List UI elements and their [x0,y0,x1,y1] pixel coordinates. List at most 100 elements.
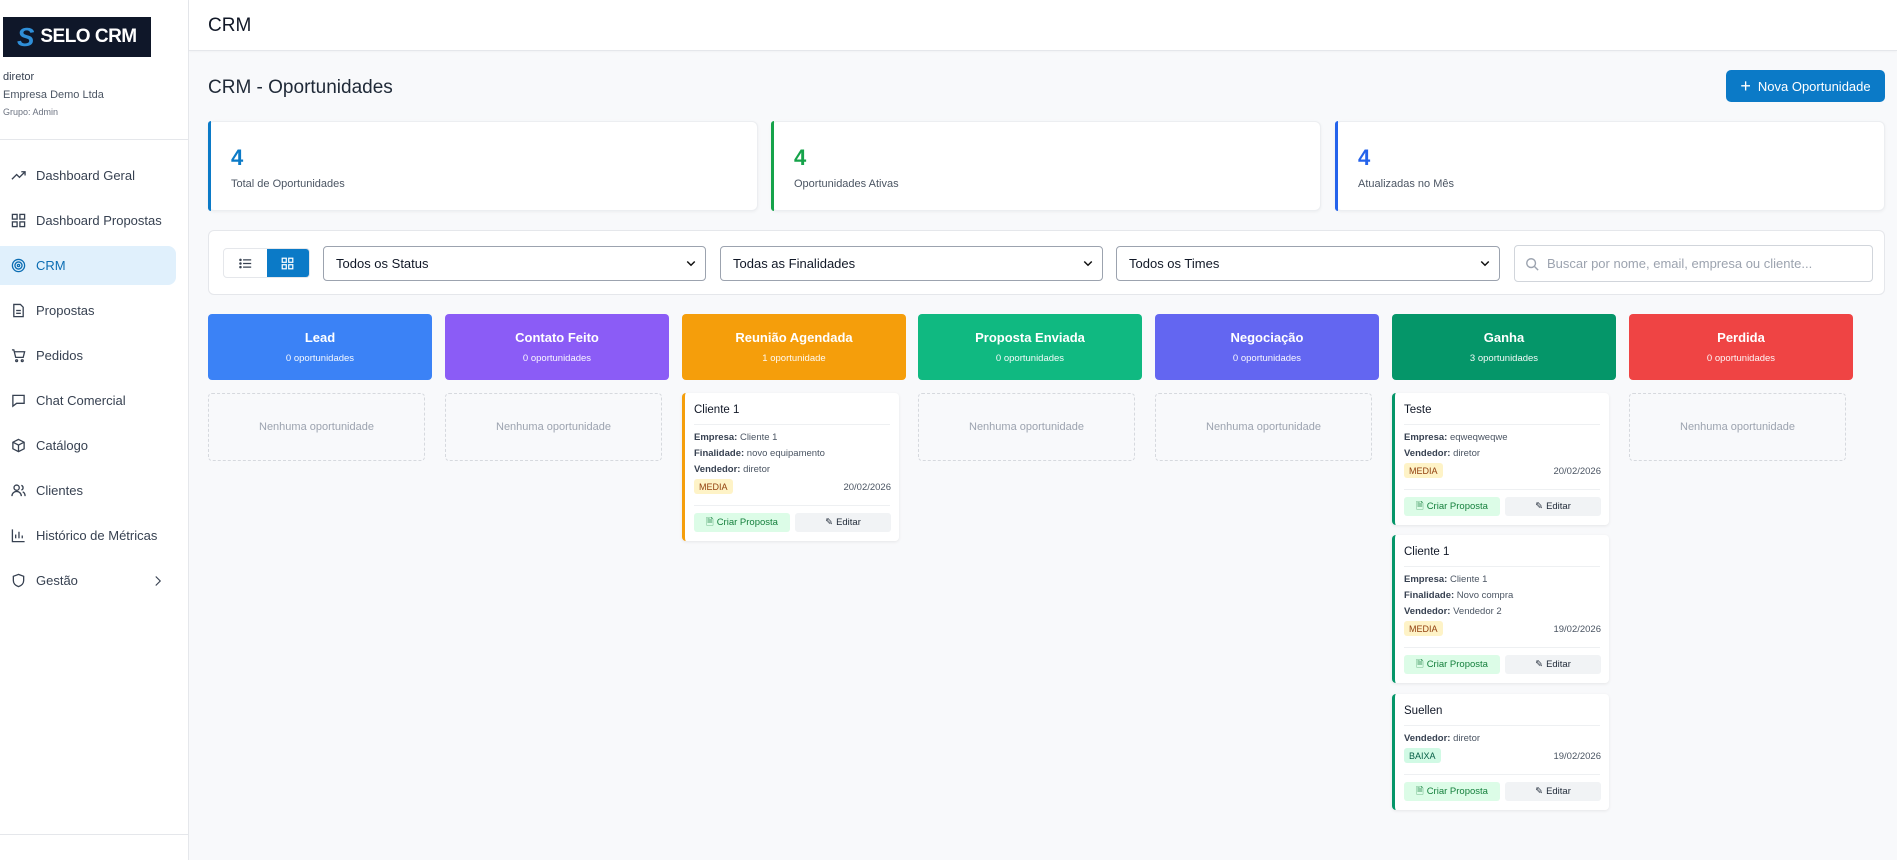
divider [1404,566,1600,567]
column-title: Reunião Agendada [735,330,853,345]
column-ganha-header: Ganha 3 oportunidades [1392,314,1616,380]
button-label: Editar [1546,786,1571,797]
divider [694,505,890,506]
brand-name: SELO CRM [40,26,137,47]
create-proposal-button[interactable]: 🗎 Criar Proposta [694,513,790,532]
card-date: 19/02/2026 [1553,751,1601,762]
stat-value: 4 [794,145,807,170]
edit-button[interactable]: ✎ Editar [795,513,891,532]
priority-badge: BAIXA [1404,748,1441,763]
field-value: diretor [1453,733,1481,744]
sidebar-item-label: Clientes [36,483,83,498]
page-title: CRM - Oportunidades [208,77,393,98]
times-select[interactable]: Todos os Times [1116,246,1500,281]
field-label: Finalidade: [1404,590,1455,601]
button-label: Criar Proposta [1426,659,1488,670]
edit-button[interactable]: ✎ Editar [1505,655,1601,674]
column-title: Lead [304,330,336,345]
sidebar-item-label: Dashboard Geral [36,168,135,183]
sidebar-item-chat-comercial[interactable]: Chat Comercial [0,381,176,420]
card-title: Suellen [1404,705,1443,717]
user-company: Empresa Demo Ltda [3,89,104,101]
stat-card-active: 4 Oportunidades Ativas [771,121,1321,211]
edit-button[interactable]: ✎ Editar [1505,497,1601,516]
sidebar-item-historico[interactable]: Histórico de Métricas [0,516,176,555]
document-icon: 🗎 [1416,500,1424,512]
search-placeholder: Buscar por nome, email, empresa ou clien… [1547,256,1813,271]
grid-icon [11,213,26,228]
status-select[interactable]: Todos os Status [323,246,706,281]
card-empresa: Empresa: eqweqweqwe [1404,432,1508,443]
column-count: 0 oportunidades [995,353,1065,364]
stat-label: Total de Oportunidades [231,178,345,190]
top-header: CRM [189,0,1897,51]
sidebar-item-dashboard-propostas[interactable]: Dashboard Propostas [0,201,176,240]
column-title: Perdida [1717,330,1765,345]
column-title: Ganha [1483,330,1525,345]
sidebar-item-catalogo[interactable]: Catálogo [0,426,176,465]
file-text-icon [13,303,24,318]
user-name: diretor [3,71,35,83]
field-value: diretor [1453,448,1481,459]
sidebar-item-dashboard-geral[interactable]: Dashboard Geral [0,156,176,195]
field-value: Cliente 1 [1449,574,1488,585]
create-proposal-button[interactable]: 🗎 Criar Proposta [1404,655,1500,674]
logo-mark-icon: S [17,22,35,52]
column-negociacao-header: Negociação 0 oportunidades [1155,314,1379,380]
stat-label: Oportunidades Ativas [794,178,899,190]
field-label: Empresa: [694,432,738,443]
sidebar-item-label: Propostas [36,303,95,318]
button-label: Criar Proposta [716,517,778,528]
search-input[interactable]: Buscar por nome, email, empresa ou clien… [1514,245,1873,282]
button-label: Criar Proposta [1426,786,1488,797]
opportunity-card[interactable]: Cliente 1 Empresa: Cliente 1 Finalidade:… [1392,535,1609,683]
edit-icon: ✎ [1535,659,1544,670]
sidebar-item-propostas[interactable]: Propostas [0,291,176,330]
field-label: Vendedor: [1404,448,1451,459]
opportunity-card[interactable]: Cliente 1 Empresa: Cliente 1 Finalidade:… [682,393,899,541]
new-opportunity-label: Nova Oportunidade [1757,78,1871,94]
user-info: diretor Empresa Demo Ltda Grupo: Admin [3,71,104,117]
opportunity-card[interactable]: Teste Empresa: eqweqweqwe Vendedor: dire… [1392,393,1609,525]
field-value: Novo compra [1456,590,1514,601]
field-value: eqweqweqwe [1449,432,1508,443]
header-title: CRM [208,15,252,36]
chat-icon [12,394,25,408]
box-icon [12,438,25,453]
field-value: diretor [743,464,771,475]
trending-up-icon [11,171,26,180]
grid-icon [281,257,294,269]
field-value: Cliente 1 [739,432,778,443]
empty-placeholder: Nenhuma oportunidade [1155,393,1372,461]
divider [1404,725,1600,726]
field-label: Vendedor: [694,464,741,475]
shield-icon [12,573,25,588]
edit-button[interactable]: ✎ Editar [1505,782,1601,801]
column-title: Proposta Enviada [975,330,1085,345]
column-count: 0 oportunidades [1706,353,1776,364]
new-opportunity-button[interactable]: + Nova Oportunidade [1726,70,1885,102]
sidebar-item-crm[interactable]: CRM [0,246,176,285]
stat-card-total: 4 Total de Oportunidades [208,121,758,211]
card-empresa: Empresa: Cliente 1 [1404,574,1487,585]
column-count: 0 oportunidades [1232,353,1302,364]
kanban-view-button[interactable] [266,249,309,277]
field-value: novo equipamento [746,448,825,459]
column-title: Negociação [1230,330,1304,345]
list-view-button[interactable] [224,249,267,277]
chevron-down-icon [686,260,696,267]
divider [0,139,189,140]
card-empresa: Empresa: Cliente 1 [694,432,777,443]
empty-placeholder: Nenhuma oportunidade [918,393,1135,461]
opportunity-card[interactable]: Suellen Vendedor: diretor BAIXA 19/02/20… [1392,694,1609,810]
sidebar-item-gestao[interactable]: Gestão [0,561,176,600]
plus-icon: + [1740,76,1751,96]
sidebar-item-pedidos[interactable]: Pedidos [0,336,176,375]
card-finalidade: Finalidade: Novo compra [1404,590,1513,601]
create-proposal-button[interactable]: 🗎 Criar Proposta [1404,782,1500,801]
sidebar-item-clientes[interactable]: Clientes [0,471,176,510]
brand-logo[interactable]: S SELO CRM [3,17,151,57]
finalidade-select[interactable]: Todas as Finalidades [720,246,1103,281]
button-label: Editar [1546,659,1571,670]
create-proposal-button[interactable]: 🗎 Criar Proposta [1404,497,1500,516]
